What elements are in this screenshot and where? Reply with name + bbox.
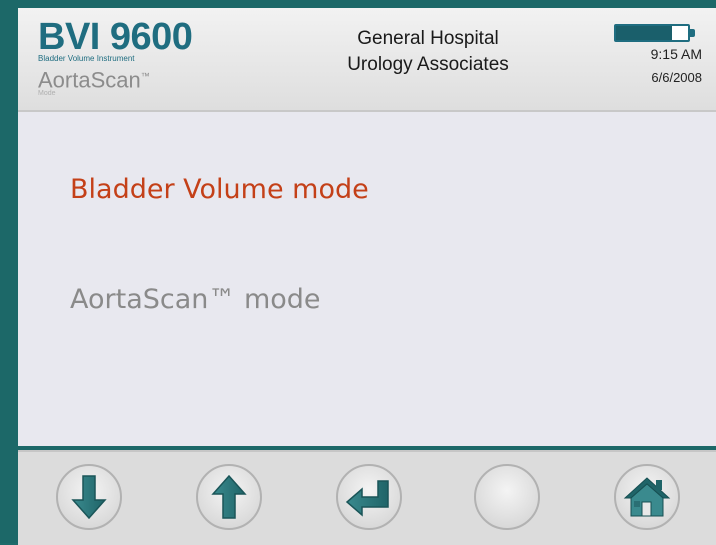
brand-logo: BVI 9600 Bladder Volume Instrument Aorta… [38, 16, 193, 97]
device-frame: BVI 9600 Bladder Volume Instrument Aorta… [0, 0, 716, 545]
trademark: ™ [140, 71, 150, 81]
home-button[interactable] [614, 464, 680, 530]
clock-time: 9:15 AM [650, 46, 702, 62]
model-name: BVI 9600 [38, 16, 193, 58]
battery-fill [616, 26, 673, 40]
current-mode: AortaScan™ [38, 64, 192, 92]
header-bar: BVI 9600 Bladder Volume Instrument Aorta… [18, 8, 716, 112]
home-icon [623, 477, 671, 517]
clock-date: 6/6/2008 [651, 70, 702, 85]
blank-button[interactable] [474, 464, 540, 530]
mode-name: AortaScan [38, 67, 141, 93]
down-button[interactable] [56, 464, 122, 530]
enter-button[interactable] [336, 464, 402, 530]
battery-icon [614, 24, 690, 42]
button-bar [18, 450, 716, 545]
mode-menu: Bladder Volume mode AortaScan™ mode [18, 112, 716, 446]
facility-line-2: Urology Associates [347, 54, 509, 75]
up-button[interactable] [196, 464, 262, 530]
menu-item-aortascan[interactable]: AortaScan™ mode [70, 284, 321, 315]
arrow-up-icon [211, 474, 247, 519]
enter-icon [345, 480, 389, 517]
battery-tip [690, 29, 695, 37]
facility-line-1: General Hospital [357, 28, 499, 49]
menu-item-bladder-volume[interactable]: Bladder Volume mode [70, 174, 369, 205]
facility-name: General Hospital Urology Associates [308, 26, 548, 78]
arrow-down-icon [71, 475, 107, 520]
